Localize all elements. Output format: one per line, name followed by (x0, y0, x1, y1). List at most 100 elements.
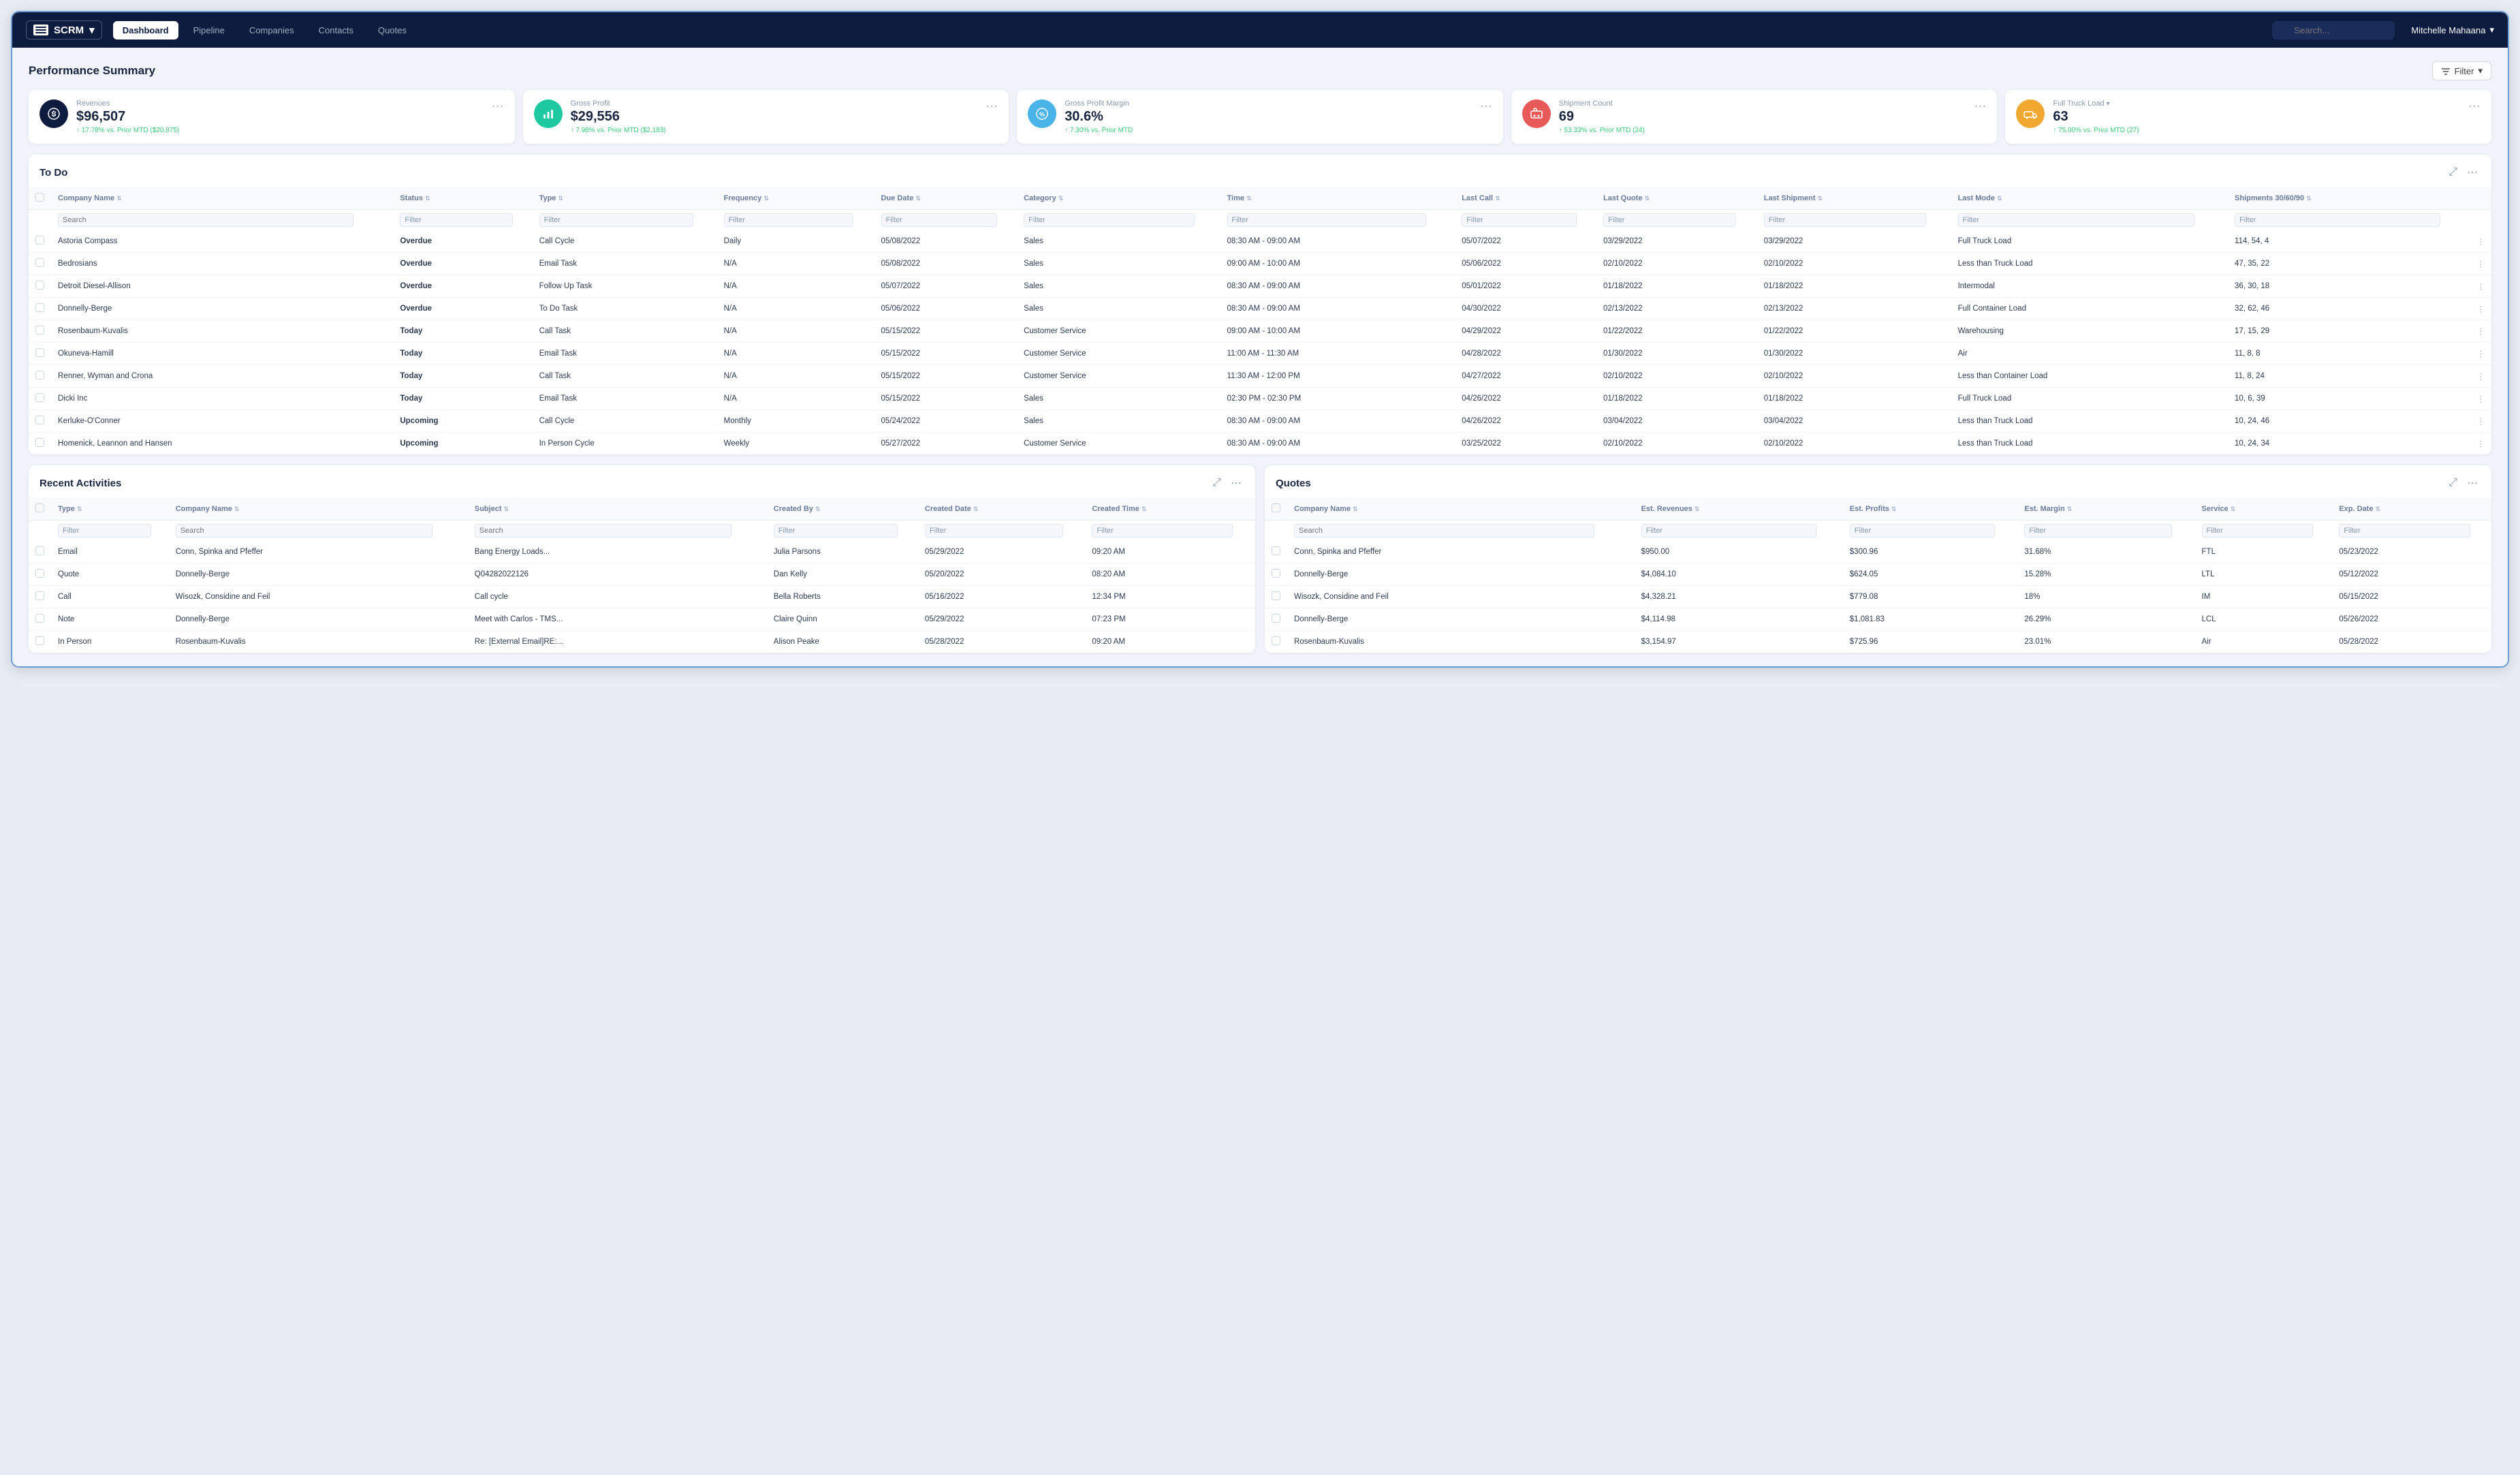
quote-checkbox[interactable] (1272, 636, 1280, 645)
row-menu-button[interactable]: ⋮ (2477, 283, 2485, 291)
nav-tab-companies[interactable]: Companies (240, 21, 304, 40)
nav-tab-quotes[interactable]: Quotes (368, 21, 416, 40)
todo-cell: 01/30/2022 (1757, 343, 1951, 365)
todo-filter-type[interactable]: Filter (539, 213, 693, 227)
th-frequency: Frequency⇅ (717, 187, 875, 210)
act-filter-created-by[interactable]: Filter (774, 524, 898, 538)
todo-filter-time[interactable]: Filter (1227, 213, 1426, 227)
q-filter-margin[interactable]: Filter (2024, 524, 2171, 538)
todo-filter-last-shipment[interactable]: Filter (1764, 213, 1926, 227)
quote-cell: 05/26/2022 (2332, 608, 2491, 631)
th-due-date: Due Date⇅ (875, 187, 1018, 210)
activity-cell: Wisozk, Considine and Feil (169, 586, 468, 608)
act-checkbox[interactable] (35, 546, 44, 555)
select-all-checkbox[interactable] (35, 193, 44, 202)
row-menu-button[interactable]: ⋮ (2477, 440, 2485, 448)
todo-filter-frequency[interactable]: Filter (724, 213, 853, 227)
quote-checkbox[interactable] (1272, 614, 1280, 623)
gross-profit-body: Gross Profit $29,556 ↑ 7.98% vs. Prior M… (571, 99, 978, 134)
row-checkbox[interactable] (35, 438, 44, 447)
quote-cell: LCL (2195, 608, 2333, 631)
row-checkbox[interactable] (35, 326, 44, 335)
activities-menu-button[interactable]: ⋯ (1228, 473, 1244, 493)
row-menu-button[interactable]: ⋮ (2477, 418, 2485, 426)
todo-filter-company[interactable] (58, 213, 353, 227)
row-menu-button[interactable]: ⋮ (2477, 328, 2485, 336)
activities-select-all[interactable] (35, 503, 44, 512)
brand-name: SCRM (54, 25, 84, 36)
q-filter-revenues[interactable]: Filter (1641, 524, 1817, 538)
activity-row: EmailConn, Spinka and PfefferBang Energy… (29, 541, 1255, 563)
nav-search-input[interactable] (2272, 21, 2395, 40)
todo-cell: Kerluke-O'Conner (51, 410, 393, 433)
activity-cell: Quote (51, 563, 169, 586)
svg-text:%: % (1039, 111, 1045, 118)
revenues-menu[interactable]: ⋯ (492, 99, 504, 114)
act-filter-subject[interactable] (475, 524, 731, 538)
activities-expand-button[interactable]: ⤢ (1210, 473, 1224, 493)
row-menu-button[interactable]: ⋮ (2477, 395, 2485, 403)
row-checkbox[interactable] (35, 258, 44, 267)
todo-expand-button[interactable]: ⤢ (2446, 163, 2460, 182)
todo-filter-category[interactable]: Filter (1024, 213, 1195, 227)
act-checkbox[interactable] (35, 591, 44, 600)
quotes-expand-button[interactable]: ⤢ (2446, 473, 2460, 493)
row-checkbox[interactable] (35, 236, 44, 245)
activity-cell: 05/20/2022 (918, 563, 1085, 586)
quote-checkbox[interactable] (1272, 546, 1280, 555)
todo-cell: Detroit Diesel-Allison (51, 275, 393, 298)
row-menu-button[interactable]: ⋮ (2477, 373, 2485, 381)
todo-cell: 114, 54, 4 (2228, 230, 2470, 253)
gpm-menu[interactable]: ⋯ (1480, 99, 1492, 114)
act-checkbox[interactable] (35, 636, 44, 645)
quote-checkbox[interactable] (1272, 591, 1280, 600)
row-checkbox[interactable] (35, 416, 44, 424)
row-checkbox[interactable] (35, 281, 44, 290)
quote-checkbox[interactable] (1272, 569, 1280, 578)
todo-filter-last-quote[interactable]: Filter (1603, 213, 1735, 227)
act-filter-time[interactable]: Filter (1092, 524, 1233, 538)
nav-tab-contacts[interactable]: Contacts (309, 21, 363, 40)
row-checkbox[interactable] (35, 393, 44, 402)
todo-cell: 09:00 AM - 10:00 AM (1220, 253, 1455, 275)
shipment-menu[interactable]: ⋯ (1974, 99, 1986, 114)
perf-summary-header: Performance Summary Filter ▾ (29, 61, 2491, 80)
row-checkbox[interactable] (35, 371, 44, 379)
q-filter-company[interactable] (1294, 524, 1594, 538)
act-checkbox[interactable] (35, 614, 44, 623)
quotes-menu-button[interactable]: ⋯ (2464, 473, 2480, 493)
act-filter-date[interactable]: Filter (925, 524, 1063, 538)
row-menu-button[interactable]: ⋮ (2477, 238, 2485, 246)
nav-tab-pipeline[interactable]: Pipeline (184, 21, 234, 40)
q-filter-exp-date[interactable]: Filter (2339, 524, 2470, 538)
nav-tab-dashboard[interactable]: Dashboard (113, 21, 178, 40)
gross-profit-menu[interactable]: ⋯ (986, 99, 998, 114)
quotes-select-all[interactable] (1272, 503, 1280, 512)
todo-filter-due-date[interactable]: Filter (881, 213, 998, 227)
todo-cell: 01/22/2022 (1757, 320, 1951, 343)
ftl-menu[interactable]: ⋯ (2468, 99, 2480, 114)
todo-menu-button[interactable]: ⋯ (2464, 163, 2480, 182)
todo-filter-last-mode[interactable]: Filter (1958, 213, 2195, 227)
todo-filter-status[interactable]: Filter (400, 213, 513, 227)
filter-button[interactable]: Filter ▾ (2432, 61, 2491, 80)
user-menu[interactable]: Mitchelle Mahaana ▾ (2411, 25, 2494, 35)
todo-cell: 05/07/2022 (1455, 230, 1596, 253)
row-menu-button[interactable]: ⋮ (2477, 305, 2485, 313)
todo-cell: 02/10/2022 (1757, 433, 1951, 455)
act-filter-type[interactable]: Filter (58, 524, 151, 538)
row-checkbox[interactable] (35, 348, 44, 357)
todo-cell: 10, 24, 46 (2228, 410, 2470, 433)
act-filter-company[interactable] (176, 524, 432, 538)
row-checkbox[interactable] (35, 303, 44, 312)
brand-logo[interactable]: SCRM ▾ (26, 20, 102, 40)
todo-filter-shipments[interactable]: Filter (2235, 213, 2440, 227)
q-filter-profits[interactable]: Filter (1850, 524, 1995, 538)
row-menu-button[interactable]: ⋮ (2477, 350, 2485, 358)
q-filter-service[interactable]: Filter (2202, 524, 2314, 538)
act-checkbox[interactable] (35, 569, 44, 578)
row-menu-button[interactable]: ⋮ (2477, 260, 2485, 268)
todo-filter-last-call[interactable]: Filter (1462, 213, 1577, 227)
todo-cell: N/A (717, 365, 875, 388)
revenues-value: $96,507 (76, 109, 484, 125)
